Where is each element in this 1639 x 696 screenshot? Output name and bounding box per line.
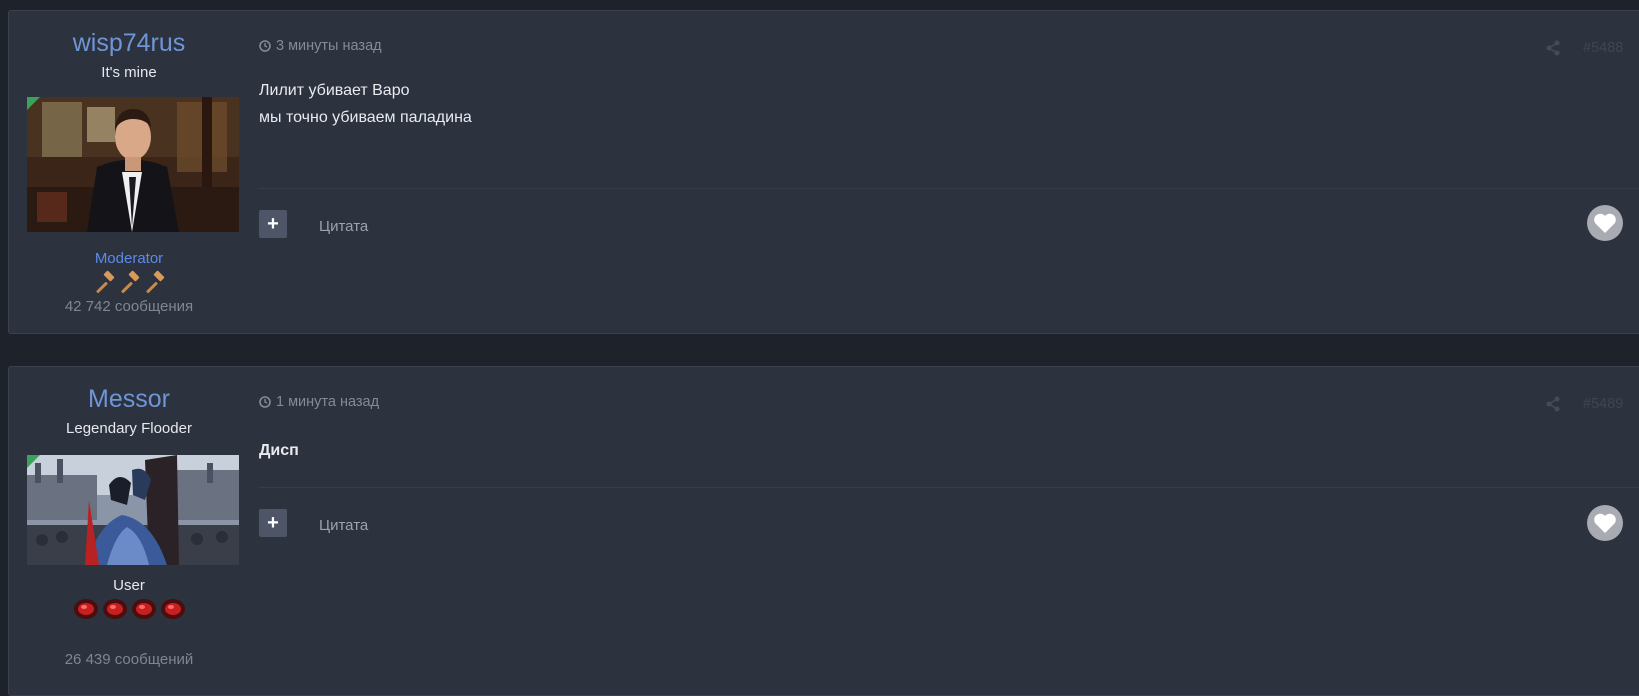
online-indicator bbox=[27, 97, 40, 110]
share-icon[interactable] bbox=[1545, 40, 1561, 56]
forum-post: wisp74rus It's mine Moderator 42 742 соо… bbox=[8, 10, 1639, 334]
post-number[interactable]: #5489 bbox=[1583, 395, 1623, 413]
red-gem-icon bbox=[73, 599, 98, 619]
forum-post: Messor Legendary Flooder User 26 439 соо… bbox=[8, 366, 1639, 696]
multiquote-button[interactable]: + bbox=[259, 509, 287, 537]
red-gem-icon bbox=[160, 599, 185, 619]
author-avatar[interactable] bbox=[27, 455, 239, 565]
author-title: It's mine bbox=[101, 64, 157, 81]
author-group: User bbox=[113, 577, 145, 594]
post-divider bbox=[259, 487, 1639, 488]
post-text-line: Лилит убивает Варо bbox=[259, 82, 410, 99]
gavel-icon bbox=[146, 270, 165, 294]
share-icon[interactable] bbox=[1545, 396, 1561, 412]
post-text-line: мы точно убиваем паладина bbox=[259, 109, 472, 126]
clock-icon bbox=[259, 396, 271, 408]
avatar-image bbox=[27, 97, 239, 232]
red-gem-icon bbox=[131, 599, 156, 619]
post-divider bbox=[259, 188, 1639, 189]
post-content: Лилит убивает Варо мы точно убиваем пала… bbox=[259, 77, 472, 131]
author-avatar[interactable] bbox=[27, 97, 239, 232]
like-button[interactable] bbox=[1587, 205, 1623, 241]
post-number[interactable]: #5488 bbox=[1583, 39, 1623, 57]
quote-button[interactable]: Цитата bbox=[319, 517, 368, 535]
post-content: Дисп bbox=[259, 437, 299, 464]
author-group: Moderator bbox=[94, 250, 164, 267]
clock-icon bbox=[259, 40, 271, 52]
author-post-count[interactable]: 26 439 сообщений bbox=[9, 651, 249, 669]
heart-icon bbox=[1594, 513, 1616, 533]
post-text-line: Дисп bbox=[259, 442, 299, 459]
author-title: Legendary Flooder bbox=[66, 420, 192, 437]
author-username[interactable]: Messor bbox=[9, 384, 249, 414]
post-time[interactable]: 3 минуты назад bbox=[276, 37, 382, 55]
post-meta: 1 минута назад bbox=[259, 393, 379, 411]
post-time[interactable]: 1 минута назад bbox=[276, 393, 379, 411]
gavel-icon bbox=[96, 270, 115, 294]
avatar-image bbox=[27, 455, 239, 565]
gavel-icon bbox=[121, 270, 140, 294]
post-meta: 3 минуты назад bbox=[259, 37, 382, 55]
like-button[interactable] bbox=[1587, 505, 1623, 541]
rank-icons bbox=[9, 270, 249, 294]
online-indicator bbox=[27, 455, 40, 468]
author-post-count[interactable]: 42 742 сообщения bbox=[9, 298, 249, 316]
heart-icon bbox=[1594, 213, 1616, 233]
rank-icons bbox=[9, 595, 249, 623]
red-gem-icon bbox=[102, 599, 127, 619]
author-username[interactable]: wisp74rus bbox=[9, 28, 249, 58]
quote-button[interactable]: Цитата bbox=[319, 218, 368, 236]
multiquote-button[interactable]: + bbox=[259, 210, 287, 238]
